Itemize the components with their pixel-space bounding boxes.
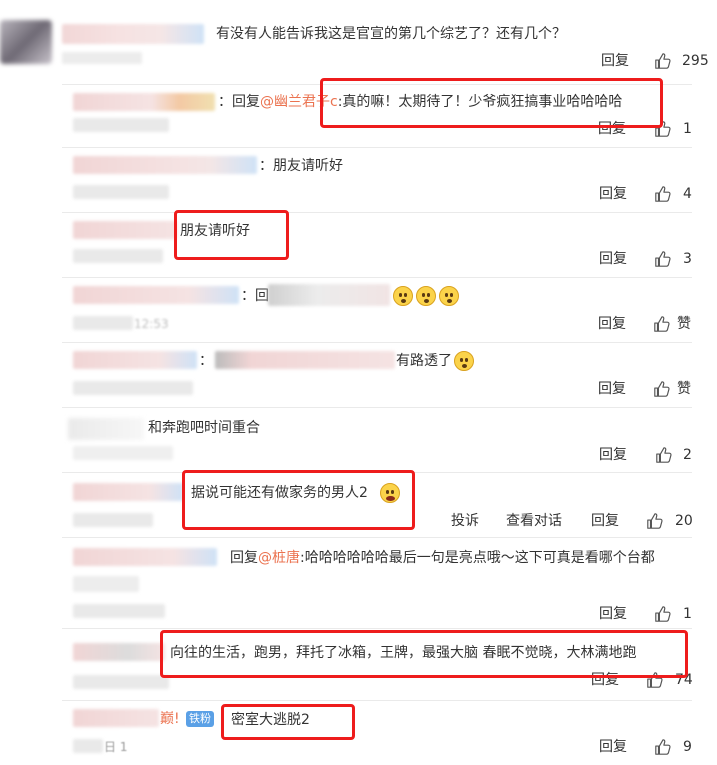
timestamp-blurred <box>62 52 142 64</box>
timestamp-blurred <box>73 675 169 689</box>
like-thumb-icon[interactable] <box>654 52 672 70</box>
timestamp-blurred <box>73 739 103 753</box>
like-count: 1 <box>683 121 692 137</box>
reply-button[interactable]: 回复 <box>599 604 627 624</box>
thinking-emoji-icon <box>416 286 436 306</box>
reply-text-blurred <box>268 284 390 306</box>
like-thumb-icon[interactable] <box>655 446 673 464</box>
reply-item: 朋友请听好 回复 3 <box>0 213 717 275</box>
mention-link[interactable]: @桩唐 <box>258 550 300 566</box>
reply-item: 和奔跑吧时间重合 回复 2 <box>0 408 717 470</box>
like-count: 295 <box>682 53 709 69</box>
avatar[interactable] <box>0 20 52 64</box>
reply-button[interactable]: 回复 <box>598 379 626 399</box>
reply-content: 有路透了 <box>396 353 452 369</box>
report-button[interactable]: 投诉 <box>451 511 479 531</box>
timestamp-blurred <box>73 249 163 263</box>
username-blurred[interactable] <box>73 548 217 566</box>
fan-badge[interactable]: 铁粉 <box>186 711 214 727</box>
reply-prefix: ：回复 <box>218 94 260 110</box>
like-thumb-icon[interactable] <box>653 315 671 333</box>
reply-button[interactable]: 回复 <box>599 184 627 204</box>
username-suffix: 巅! <box>160 711 180 727</box>
like-thumb-icon[interactable] <box>654 185 672 203</box>
reply-item: 巅! 铁粉 密室大逃脱2 日 1 回复 9 <box>0 701 717 765</box>
reply-item: 回复@桩唐:哈哈哈哈哈哈最后一句是亮点哦～这下可真是看哪个台都 回复 1 <box>0 538 717 626</box>
reply-text: ：朋友请听好 <box>259 156 343 176</box>
highlight-box <box>320 78 663 128</box>
main-comment-text: 有没有人能告诉我这是官宣的第几个综艺了？还有几个？ <box>216 26 566 42</box>
like-thumb-icon[interactable] <box>653 380 671 398</box>
reply-button[interactable]: 回复 <box>599 249 627 269</box>
reply-button[interactable]: 回复 <box>599 445 627 465</box>
reply-item: ：朋友请听好 回复 4 <box>0 148 717 210</box>
username-blurred[interactable] <box>73 483 183 501</box>
reply-text-blurred <box>215 351 395 369</box>
like-count: 2 <box>683 447 692 463</box>
like-count: 20 <box>675 513 693 529</box>
main-comment: 有没有人能告诉我这是官宣的第几个综艺了？还有几个？ 回复 295 <box>0 0 717 80</box>
like-thumb-icon[interactable] <box>654 738 672 756</box>
timestamp-blurred <box>73 118 169 132</box>
timestamp-blurred <box>73 316 133 330</box>
like-count: 4 <box>683 186 692 202</box>
thinking-emoji-icon <box>393 286 413 306</box>
highlight-box <box>182 470 415 530</box>
reply-content: :哈哈哈哈哈哈最后一句是亮点哦～这下可真是看哪个台都 <box>300 550 655 566</box>
like-count: 3 <box>683 251 692 267</box>
username-blurred[interactable] <box>73 286 239 304</box>
reply-content: 朋友请听好 <box>273 158 343 174</box>
username-blurred[interactable] <box>68 418 144 440</box>
reply-item: ：回 12:53 回复 赞 <box>0 278 717 340</box>
like-label[interactable]: 赞 <box>677 314 691 334</box>
highlight-box <box>160 630 688 678</box>
reply-prefix: ： <box>199 353 213 369</box>
timestamp: 日 1 <box>104 740 128 754</box>
reply-button[interactable]: 回复 <box>598 314 626 334</box>
username-blurred[interactable] <box>73 221 177 239</box>
timestamp-blurred <box>73 185 169 199</box>
like-label[interactable]: 赞 <box>677 379 691 399</box>
timestamp-blurred <box>73 513 153 527</box>
reply-prefix: 回复 <box>230 550 258 566</box>
highlight-box <box>174 210 289 260</box>
like-thumb-icon[interactable] <box>646 512 664 530</box>
timestamp-blurred <box>73 381 193 395</box>
reply-content: 和奔跑吧时间重合 <box>148 420 260 436</box>
username-blurred[interactable] <box>73 351 197 369</box>
timestamp: 12:53 <box>134 317 169 331</box>
reply-button[interactable]: 回复 <box>601 51 629 71</box>
like-thumb-icon[interactable] <box>654 605 672 623</box>
reply-item: ： 有路透了 回复 赞 <box>0 343 717 405</box>
timestamp-blurred <box>73 446 173 460</box>
reply-button[interactable]: 回复 <box>591 511 619 531</box>
highlight-box <box>221 704 355 740</box>
thinking-emoji-icon <box>439 286 459 306</box>
reply-text-blurred <box>73 576 139 592</box>
username-blurred[interactable] <box>73 156 257 174</box>
reply-button[interactable]: 回复 <box>599 737 627 757</box>
username-blurred[interactable] <box>73 93 215 111</box>
reply-prefix: ： <box>259 158 273 174</box>
username-blurred[interactable] <box>62 24 204 44</box>
timestamp-blurred <box>73 604 165 618</box>
username-blurred[interactable] <box>73 643 165 661</box>
like-count: 9 <box>683 739 692 755</box>
thinking-emoji-icon <box>454 351 474 371</box>
like-thumb-icon[interactable] <box>654 250 672 268</box>
reply-prefix: ：回 <box>241 288 269 304</box>
reply-text: 回复@桩唐:哈哈哈哈哈哈最后一句是亮点哦～这下可真是看哪个台都 <box>230 548 655 568</box>
view-conversation-button[interactable]: 查看对话 <box>506 511 562 531</box>
username-blurred[interactable] <box>73 709 159 727</box>
like-count: 1 <box>683 606 692 622</box>
